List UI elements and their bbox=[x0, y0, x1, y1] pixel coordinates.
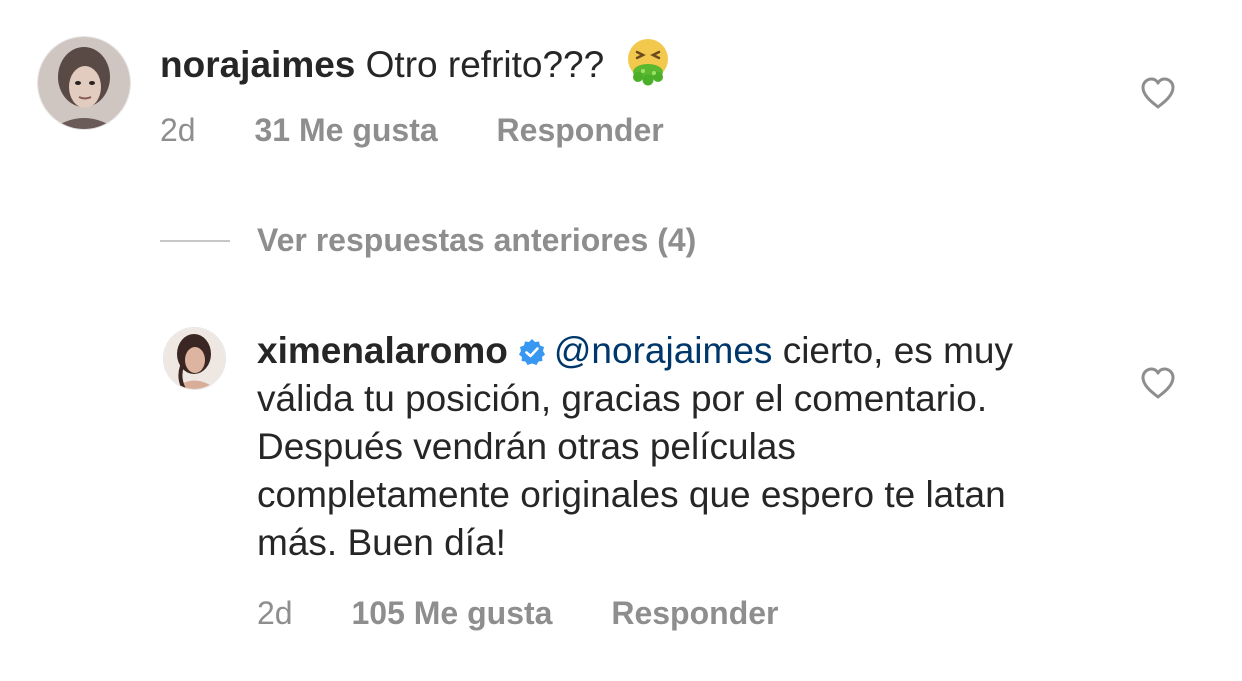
like-heart-icon[interactable] bbox=[1140, 76, 1176, 110]
reply-timestamp: 2d bbox=[257, 595, 293, 631]
view-previous-replies-button[interactable]: Ver respuestas anteriores (4) bbox=[257, 218, 696, 262]
avatar[interactable] bbox=[37, 36, 131, 130]
comment-text: Otro refrito??? bbox=[365, 44, 605, 85]
verified-badge-icon bbox=[518, 330, 546, 365]
reply-likes-count[interactable]: 105 Me gusta bbox=[351, 591, 552, 635]
profile-photo bbox=[38, 37, 130, 129]
comment-reply-button[interactable]: Responder bbox=[497, 108, 664, 152]
nauseated-face-emoji-icon bbox=[623, 36, 673, 86]
comment-body: norajaimes Otro refrito??? bbox=[160, 36, 673, 88]
avatar[interactable] bbox=[163, 327, 226, 390]
profile-photo bbox=[164, 328, 225, 389]
comment-timestamp: 2d bbox=[160, 112, 196, 148]
reply-reply-button[interactable]: Responder bbox=[611, 591, 778, 635]
reply-body: ximenalaromo @norajaimes cierto, es muy v… bbox=[257, 327, 1057, 567]
reply-mention-link[interactable]: @norajaimes bbox=[554, 330, 773, 371]
comment-likes-count[interactable]: 31 Me gusta bbox=[254, 108, 437, 152]
reply-meta: 2d 105 Me gusta Responder bbox=[257, 591, 778, 635]
like-heart-icon[interactable] bbox=[1140, 366, 1176, 400]
comment-username[interactable]: norajaimes bbox=[160, 44, 355, 85]
reply-username[interactable]: ximenalaromo bbox=[257, 330, 508, 371]
comment-meta: 2d 31 Me gusta Responder bbox=[160, 108, 664, 152]
replies-divider bbox=[160, 240, 230, 242]
